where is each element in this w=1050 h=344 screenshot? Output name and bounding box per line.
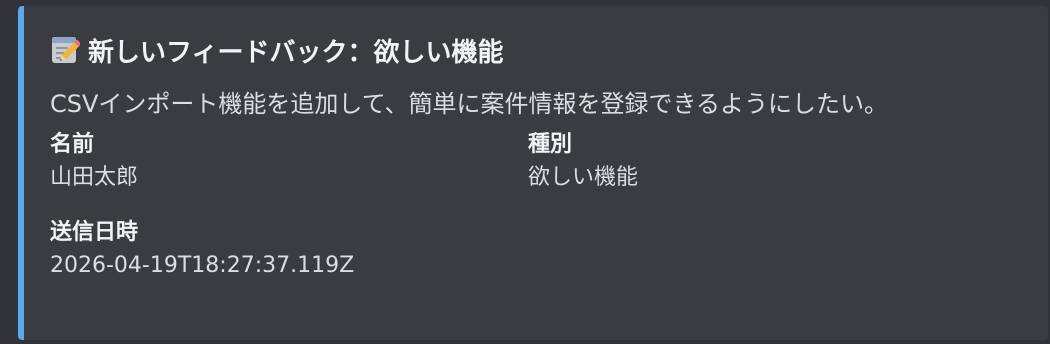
field-label: 送信日時 [50, 220, 139, 245]
field-value: 欲しい機能 [528, 165, 639, 190]
field-name-block: 名前 山田太郎 [50, 130, 138, 196]
memo-icon [50, 35, 82, 65]
field-label: 名前 [50, 132, 95, 157]
field-sent-at-block: 送信日時 2026-04-19T18:27:37.119Z [50, 218, 354, 284]
field-type-block: 種別 欲しい機能 [528, 130, 638, 196]
embed-title-row: 新しいフィードバック：欲しい機能 [50, 26, 1028, 74]
embed-fields: 名前 山田太郎 種別 欲しい機能 送信日時 2026-04-19T18:27:3… [50, 130, 1028, 290]
embed-description: CSVインポート機能を追加して、簡単に案件情報を登録できるようにしたい。 [50, 90, 889, 118]
embed-accent-bar [18, 6, 24, 340]
embed-content: 新しいフィードバック：欲しい機能 CSVインポート機能を追加して、簡単に案件情報… [50, 26, 1028, 290]
feedback-embed: 新しいフィードバック：欲しい機能 CSVインポート機能を追加して、簡単に案件情報… [18, 6, 1048, 340]
field-label: 種別 [528, 132, 573, 157]
embed-title: 新しいフィードバック：欲しい機能 [88, 37, 504, 68]
field-value: 山田太郎 [50, 165, 139, 190]
field-value: 2026-04-19T18:27:37.119Z [50, 253, 355, 278]
